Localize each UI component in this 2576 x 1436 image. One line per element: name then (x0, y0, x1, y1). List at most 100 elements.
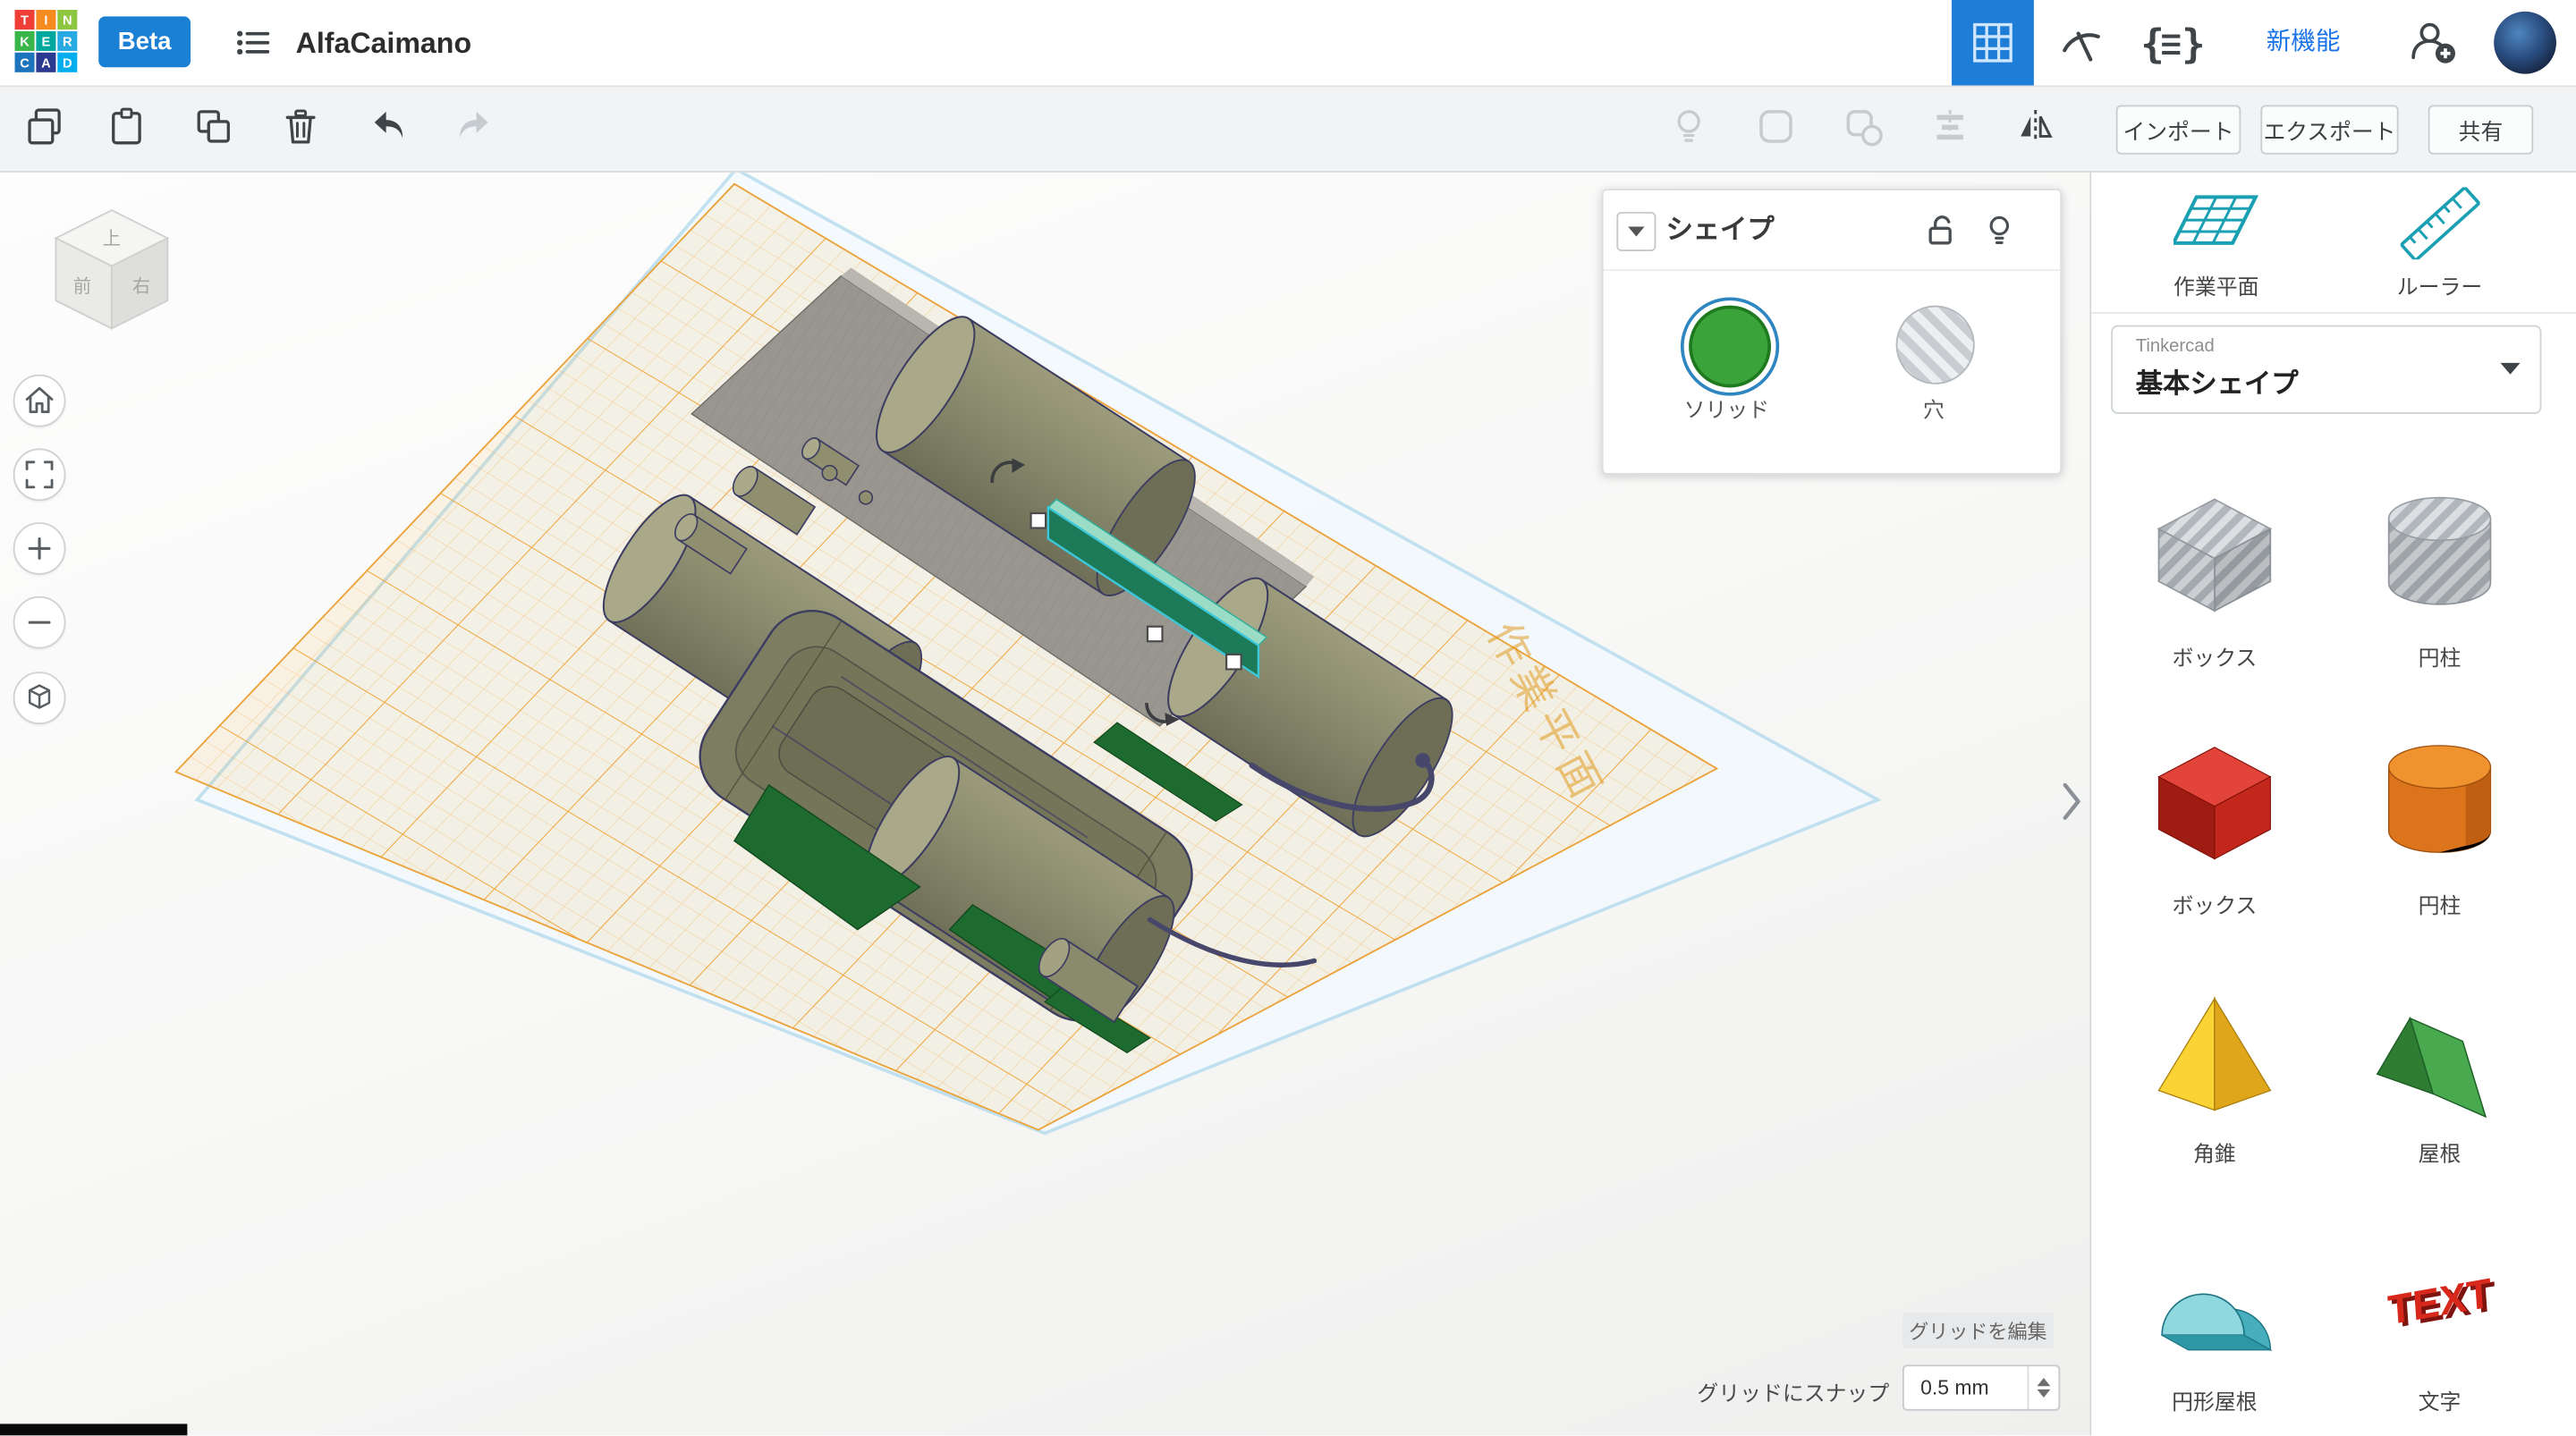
library-name: 基本シェイプ (2135, 369, 2299, 400)
shape-library-select[interactable]: Tinkercad 基本シェイプ (2111, 325, 2542, 414)
view-cube-front-label: 前 (73, 276, 91, 297)
zoom-in-button[interactable] (13, 522, 66, 575)
view-cube-right-label: 右 (132, 276, 150, 297)
ruler-icon (2400, 187, 2480, 260)
lightbulb-icon (1989, 215, 2010, 245)
import-button[interactable]: インポート (2115, 105, 2241, 155)
shape-tile-label: 円形屋根 (2172, 1389, 2258, 1415)
minus-icon (28, 621, 51, 624)
cylinder-icon (2387, 745, 2492, 853)
group-icon (1759, 110, 1792, 143)
hole-option[interactable] (1895, 305, 1975, 384)
duplicate-icon (197, 110, 230, 143)
shape-tile-label: 円柱 (2418, 645, 2462, 671)
plus-icon (28, 537, 51, 560)
home-icon (25, 386, 54, 413)
fit-view-button[interactable] (13, 448, 66, 502)
logo-tile: N (57, 10, 78, 30)
account-invite-icon[interactable] (2409, 18, 2458, 67)
caret-down-icon (1628, 226, 1645, 237)
caret-down-icon (2500, 362, 2521, 375)
workplane-tool[interactable] (2173, 187, 2259, 259)
caret-down-icon (2037, 1389, 2051, 1398)
shape-tile-label: ボックス (2172, 645, 2258, 671)
logo-tile: A (36, 52, 56, 72)
edit-grid-button[interactable]: グリッドを編集 (1902, 1312, 2054, 1348)
lightbulb-icon (1677, 110, 1700, 142)
panel-collapse-button[interactable] (1616, 211, 1657, 252)
lock-button[interactable] (1922, 212, 1958, 248)
shapes-sidebar: 作業平面 ルーラー Tinkercad 基本シェイプ ボックス 円柱 ボックス … (2089, 171, 2576, 1436)
selection-handle[interactable] (1030, 511, 1047, 529)
snap-grid-select[interactable]: 0.5 mm (1902, 1364, 2061, 1411)
shape-tile-box[interactable] (2142, 731, 2287, 875)
hide-toggle-button[interactable] (1981, 212, 2017, 248)
perspective-toggle-button[interactable] (13, 672, 66, 724)
selection-handle[interactable] (1146, 625, 1164, 643)
redo-button[interactable] (452, 106, 495, 148)
delete-button[interactable] (279, 106, 322, 148)
align-button[interactable] (1928, 106, 1971, 148)
zoom-out-button[interactable] (13, 596, 66, 649)
selection-handle[interactable] (1225, 653, 1242, 671)
tinker-pickaxe-icon[interactable] (2058, 21, 2101, 64)
hole-option-label: 穴 (1922, 397, 1945, 423)
trash-icon (285, 109, 316, 144)
share-button[interactable]: 共有 (2428, 105, 2534, 155)
avatar[interactable] (2494, 11, 2556, 74)
mirror-button[interactable] (2014, 106, 2057, 148)
design-title[interactable]: AlfaCaimano (296, 0, 471, 86)
logo-tile: I (36, 10, 56, 30)
shape-tile-round-roof[interactable] (2142, 1227, 2287, 1372)
shape-tile-box-hole[interactable] (2142, 483, 2287, 628)
shape-tile-pyramid[interactable] (2142, 979, 2287, 1124)
ungroup-button[interactable] (1842, 106, 1885, 148)
export-button[interactable]: エクスポート (2260, 105, 2399, 155)
new-features-link[interactable]: 新機能 (2248, 0, 2360, 86)
align-icon (1936, 110, 1963, 143)
duplicate-button[interactable] (192, 106, 235, 148)
group-button[interactable] (1755, 106, 1798, 148)
workplane-tool-label: 作業平面 (2173, 274, 2259, 300)
paste-icon (112, 107, 141, 145)
main-toolbar: インポート エクスポート 共有 (0, 85, 2576, 173)
shape-tile-label: 文字 (2418, 1389, 2462, 1415)
taskbar-fragment (0, 1423, 188, 1436)
shape-tile-cylinder-hole[interactable] (2368, 483, 2512, 628)
app-header: T I N K E R C A D Beta AlfaCaimano {} 新… (0, 0, 2576, 88)
logo-tile: E (36, 30, 56, 51)
ungroup-icon (1846, 110, 1883, 147)
codeblocks-icon[interactable]: { } (2134, 21, 2207, 67)
solid-option[interactable] (1689, 305, 1771, 388)
view-cube-top-label: 上 (103, 229, 121, 249)
dashboard-grid-button[interactable] (1952, 0, 2034, 86)
sidebar-collapse-button[interactable] (2054, 779, 2089, 824)
copy-button[interactable] (23, 106, 66, 148)
caret-up-icon (2037, 1378, 2051, 1387)
box-hole-icon (2157, 498, 2273, 612)
snap-grid-value: 0.5 mm (1920, 1376, 1989, 1399)
beta-badge[interactable]: Beta (98, 16, 191, 68)
shape-tile-cylinder[interactable] (2368, 731, 2512, 875)
paste-button[interactable] (106, 106, 148, 148)
view-cube[interactable]: 上 前 右 (36, 194, 187, 345)
show-hidden-button[interactable] (1667, 106, 1710, 148)
chevron-right-icon (2063, 782, 2080, 820)
copy-icon (28, 108, 61, 145)
cylinder-hole-icon (2387, 496, 2492, 605)
logo-tile: C (14, 52, 35, 72)
shape-tile-text[interactable]: TEXT TEXT (2368, 1227, 2512, 1372)
logo-tile: T (14, 10, 35, 30)
tinkercad-logo[interactable]: T I N K E R C A D (14, 10, 78, 72)
svg-text:}: } (2182, 21, 2206, 67)
shape-tile-roof[interactable] (2368, 979, 2512, 1124)
undo-button[interactable] (368, 106, 411, 148)
design-properties-icon[interactable] (232, 21, 275, 64)
ruler-tool-label: ルーラー (2396, 274, 2483, 300)
divider (2091, 311, 2576, 314)
logo-tile: K (14, 30, 35, 51)
screenshot-root: T I N K E R C A D Beta AlfaCaimano {} 新… (0, 0, 2576, 1436)
ruler-tool[interactable] (2397, 187, 2483, 260)
spinner-control[interactable] (2027, 1366, 2059, 1409)
home-view-button[interactable] (13, 374, 66, 427)
